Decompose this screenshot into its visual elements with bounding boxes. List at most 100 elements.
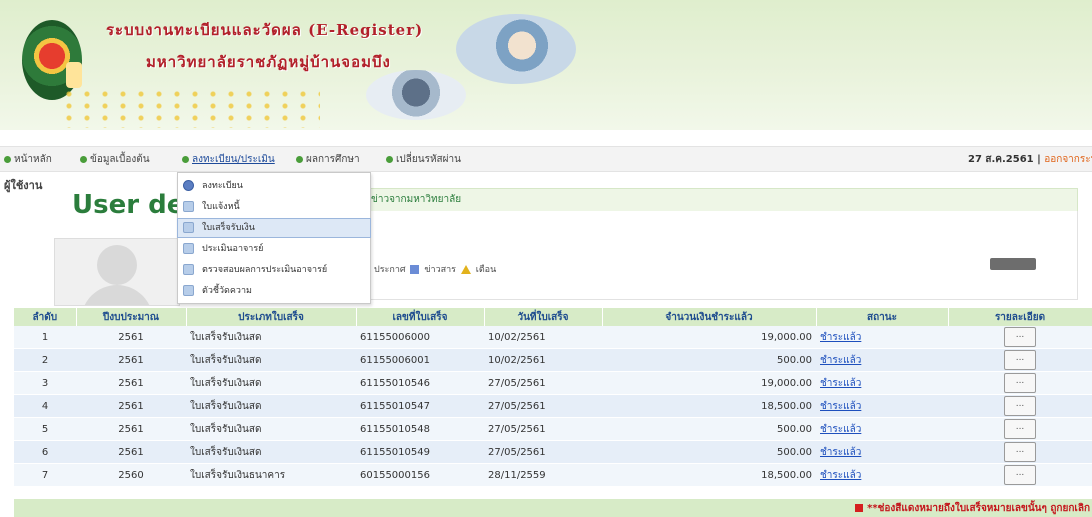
- nav-basic-info[interactable]: ข้อมูลเบื้องต้น: [80, 152, 150, 167]
- warning-link[interactable]: เตือน: [476, 265, 496, 275]
- status-link[interactable]: ชำระแล้ว: [820, 378, 861, 389]
- announcement-link[interactable]: ประกาศ: [374, 265, 406, 275]
- status-link[interactable]: ชำระแล้ว: [820, 355, 861, 366]
- nav-results[interactable]: ผลการศึกษา: [296, 152, 360, 167]
- cell-date: 10/02/2561: [484, 326, 602, 349]
- header-photo-computer: [366, 70, 466, 120]
- receipts-table: ลำดับ ปีงบประมาณ ประเภทใบเสร็จ เลขที่ใบเ…: [14, 308, 1092, 487]
- cell-type: ใบเสร็จรับเงินสด: [186, 440, 356, 464]
- document-icon: [183, 201, 194, 212]
- header-flower-decoration: [60, 88, 320, 128]
- cell-status: ชำระแล้ว: [816, 440, 948, 464]
- document-icon: [183, 285, 194, 296]
- avatar: [54, 238, 180, 306]
- cell-detail: ...: [948, 440, 1092, 464]
- col-header-date: วันที่ใบเสร็จ: [484, 308, 603, 326]
- nav-change-password[interactable]: เปลี่ยนรหัสผ่าน: [386, 152, 461, 167]
- cell-status: ชำระแล้ว: [816, 348, 948, 372]
- table-row: 2 2561 ใบเสร็จรับเงินสด 61155006001 10/0…: [14, 348, 1092, 372]
- warning-icon: [460, 265, 471, 274]
- cell-amount: 500.00: [602, 348, 816, 372]
- cancelled-legend: **ช่องสีแดงหมายถึงใบเสร็จหมายเลขนั้นๆ ถู…: [855, 501, 1090, 516]
- cell-date: 27/05/2561: [484, 394, 602, 418]
- main-nav: หน้าหลัก ข้อมูลเบื้องต้น ลงทะเบียน/ประเม…: [0, 146, 1092, 172]
- cell-year: 2561: [76, 394, 186, 418]
- col-header-status: สถานะ: [816, 308, 949, 326]
- cell-year: 2561: [76, 326, 186, 349]
- detail-button[interactable]: ...: [1004, 442, 1036, 462]
- detail-button[interactable]: ...: [1004, 396, 1036, 416]
- cell-year: 2561: [76, 417, 186, 441]
- register-dropdown-menu: ลงทะเบียน ใบแจ้งหนี้ ใบเสร็จรับเงิน ประเ…: [177, 172, 371, 304]
- logout-link[interactable]: ออกจากระบบ: [1044, 154, 1092, 165]
- cell-type: ใบเสร็จรับเงินสด: [186, 394, 356, 418]
- status-link[interactable]: ชำระแล้ว: [820, 470, 861, 481]
- table-row: 4 2561 ใบเสร็จรับเงินสด 61155010547 27/0…: [14, 394, 1092, 418]
- menu-item-evaluation-result[interactable]: ตรวจสอบผลการประเมินอาจารย์: [178, 261, 370, 279]
- cell-detail: ...: [948, 348, 1092, 372]
- table-row: 7 2560 ใบเสร็จรับเงินธนาคาร 60155000156 …: [14, 463, 1092, 487]
- document-icon: [183, 264, 194, 275]
- cell-detail: ...: [948, 326, 1092, 349]
- menu-item-indicator[interactable]: ตัวชี้วัดความ: [178, 282, 370, 300]
- detail-button[interactable]: ...: [1004, 419, 1036, 439]
- cell-no: 3: [14, 371, 76, 395]
- status-link[interactable]: ชำระแล้ว: [820, 332, 861, 343]
- document-icon: [183, 243, 194, 254]
- cell-no: 6: [14, 440, 76, 464]
- nav-register-evaluate[interactable]: ลงทะเบียน/ประเมิน: [182, 152, 275, 167]
- page-label: ผู้ใช้งาน: [4, 179, 43, 192]
- cell-type: ใบเสร็จรับเงินสด: [186, 371, 356, 395]
- document-icon: [183, 222, 194, 233]
- results-icon: [296, 155, 303, 163]
- cell-date: 27/05/2561: [484, 371, 602, 395]
- system-title: ระบบงานทะเบียนและวัดผล (E-Register): [106, 21, 424, 39]
- menu-item-receipt[interactable]: ใบเสร็จรับเงิน: [177, 218, 371, 238]
- detail-button[interactable]: ...: [1004, 327, 1036, 347]
- cell-status: ชำระแล้ว: [816, 371, 948, 395]
- cell-type: ใบเสร็จรับเงินสด: [186, 348, 356, 372]
- nav-home[interactable]: หน้าหลัก: [4, 152, 52, 167]
- cell-no: 2: [14, 348, 76, 372]
- page-title: User de: [72, 190, 185, 220]
- more-button[interactable]: [990, 258, 1036, 270]
- news-header: ข่าวจากมหาวิทยาลัย: [366, 188, 1078, 212]
- menu-item-register[interactable]: ลงทะเบียน: [178, 177, 370, 195]
- header-photo-staff: [456, 14, 576, 84]
- status-link[interactable]: ชำระแล้ว: [820, 447, 861, 458]
- cell-status: ชำระแล้ว: [816, 326, 948, 349]
- cell-amount: 18,500.00: [602, 463, 816, 487]
- home-icon: [4, 155, 11, 163]
- cell-type: ใบเสร็จรับเงินสด: [186, 417, 356, 441]
- menu-item-evaluate-teacher[interactable]: ประเมินอาจารย์: [178, 240, 370, 258]
- detail-button[interactable]: ...: [1004, 465, 1036, 485]
- cell-date: 10/02/2561: [484, 348, 602, 372]
- cell-receipt-no: 61155006000: [356, 326, 484, 349]
- cell-date: 27/05/2561: [484, 440, 602, 464]
- cell-date: 28/11/2559: [484, 463, 602, 487]
- current-date: 27 ส.ค.2561 | ออกจากระบบ: [968, 152, 1092, 167]
- detail-button[interactable]: ...: [1004, 373, 1036, 393]
- status-link[interactable]: ชำระแล้ว: [820, 424, 861, 435]
- cell-receipt-no: 61155010546: [356, 371, 484, 395]
- news-link[interactable]: ข่าวสาร: [424, 265, 456, 275]
- cell-amount: 19,000.00: [602, 326, 816, 349]
- table-row: 3 2561 ใบเสร็จรับเงินสด 61155010546 27/0…: [14, 371, 1092, 395]
- col-header-detail: รายละเอียด: [948, 308, 1092, 326]
- cell-year: 2560: [76, 463, 186, 487]
- cell-detail: ...: [948, 417, 1092, 441]
- cell-type: ใบเสร็จรับเงินสด: [186, 326, 356, 349]
- cell-detail: ...: [948, 463, 1092, 487]
- menu-item-invoice[interactable]: ใบแจ้งหนี้: [178, 198, 370, 216]
- col-header-year: ปีงบประมาณ: [76, 308, 187, 326]
- table-row: 6 2561 ใบเสร็จรับเงินสด 61155010549 27/0…: [14, 440, 1092, 464]
- status-link[interactable]: ชำระแล้ว: [820, 401, 861, 412]
- cell-type: ใบเสร็จรับเงินธนาคาร: [186, 463, 356, 487]
- detail-button[interactable]: ...: [1004, 350, 1036, 370]
- cell-amount: 500.00: [602, 417, 816, 441]
- cell-receipt-no: 61155006001: [356, 348, 484, 372]
- cell-amount: 19,000.00: [602, 371, 816, 395]
- key-icon: [386, 155, 393, 163]
- cell-receipt-no: 61155010548: [356, 417, 484, 441]
- cell-date: 27/05/2561: [484, 417, 602, 441]
